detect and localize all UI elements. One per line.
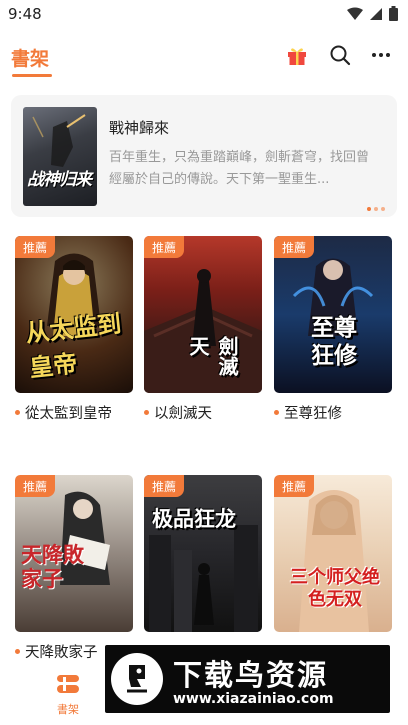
recommend-badge: 推薦 <box>144 475 184 497</box>
pagination-dot <box>381 207 385 211</box>
cover-title-art: 从太监到皇帝 <box>24 309 123 383</box>
nav-item-bookshelf[interactable]: 書架 <box>42 673 94 717</box>
book-cover: 至尊狂修 推薦 <box>274 236 392 393</box>
book-title: 以劍滅天 <box>144 402 262 423</box>
wifi-icon <box>347 7 363 20</box>
gift-icon[interactable] <box>284 42 310 68</box>
book-title-text: 從太監到皇帝 <box>25 406 112 422</box>
recommend-badge: 推薦 <box>144 236 184 258</box>
book-item[interactable]: 至尊狂修 推薦 至尊狂修 <box>274 236 392 423</box>
pagination-dot <box>367 207 371 211</box>
book-title-text: 天降敗家子 <box>25 645 98 661</box>
book-item[interactable]: 天降敗家子 推薦 天降敗家子 <box>15 475 133 662</box>
banner-title: 戰神歸來 <box>109 119 170 137</box>
book-cover: 从太监到皇帝 推薦 <box>15 236 133 393</box>
search-icon[interactable] <box>327 42 353 68</box>
book-cover: 天降敗家子 推薦 <box>15 475 133 632</box>
book-item[interactable]: 极品狂龙 推薦 <box>144 475 262 632</box>
battery-icon <box>389 6 398 21</box>
recommend-badge: 推薦 <box>15 475 55 497</box>
cover-title-art: 极品狂龙 <box>152 507 236 531</box>
book-title: 至尊狂修 <box>274 402 392 423</box>
watermark-url: www.xiazainiao.com <box>173 691 334 707</box>
banner-description: 百年重生，只為重踏巔峰，劍斬蒼穹，找回曾經屬於自己的傳說。天下第一聖重生... <box>109 150 370 187</box>
title-underline <box>12 74 52 77</box>
book-title: 從太監到皇帝 <box>15 402 133 423</box>
bullet-dot <box>274 410 279 415</box>
book-cover: 极品狂龙 推薦 <box>144 475 262 632</box>
book-item[interactable]: 从太监到皇帝 推薦 從太監到皇帝 <box>15 236 133 423</box>
book-cover: 劍滅天 推薦 <box>144 236 262 393</box>
signal-icon <box>370 7 382 20</box>
cover-title-art: 天降敗家子 <box>21 543 84 591</box>
bullet-dot <box>144 410 149 415</box>
cover-title-art: 三个师父绝色无双 <box>290 567 380 610</box>
watermark-overlay: 下载鸟资源 www.xiazainiao.com <box>105 645 390 713</box>
book-item[interactable]: 劍滅天 推薦 以劍滅天 <box>144 236 262 423</box>
status-bar: 9:48 <box>0 0 408 30</box>
book-title-text: 以劍滅天 <box>154 406 212 422</box>
book-cover: 三个师父绝色无双 推薦 <box>274 475 392 632</box>
recommend-badge: 推薦 <box>274 475 314 497</box>
app-header: 書架 <box>0 34 408 82</box>
status-icons <box>347 6 398 21</box>
cover-title-art: 至尊狂修 <box>311 315 357 369</box>
book-title-text: 至尊狂修 <box>284 406 342 422</box>
recommend-badge: 推薦 <box>15 236 55 258</box>
banner-pagination <box>367 207 385 211</box>
status-time: 9:48 <box>8 5 42 23</box>
recommend-badge: 推薦 <box>274 236 314 258</box>
bullet-dot <box>15 410 20 415</box>
nav-label: 書架 <box>57 703 79 716</box>
page-title[interactable]: 書架 <box>11 44 49 71</box>
featured-banner[interactable]: 战神归来 戰神歸來 百年重生，只為重踏巔峰，劍斬蒼穹，找回曾經屬於自己的傳說。天… <box>11 95 397 217</box>
book-item[interactable]: 三个师父绝色无双 推薦 <box>274 475 392 632</box>
banner-cover: 战神归来 <box>23 107 97 206</box>
pagination-dot <box>374 207 378 211</box>
more-icon[interactable] <box>368 42 394 68</box>
cover-title-art: 劍滅天 <box>186 336 239 376</box>
watermark-title: 下载鸟资源 <box>173 658 329 692</box>
bullet-dot <box>15 649 20 654</box>
banner-cover-text: 战神归来 <box>27 170 92 190</box>
bookshelf-icon <box>57 675 79 693</box>
bird-logo-icon <box>111 653 163 705</box>
